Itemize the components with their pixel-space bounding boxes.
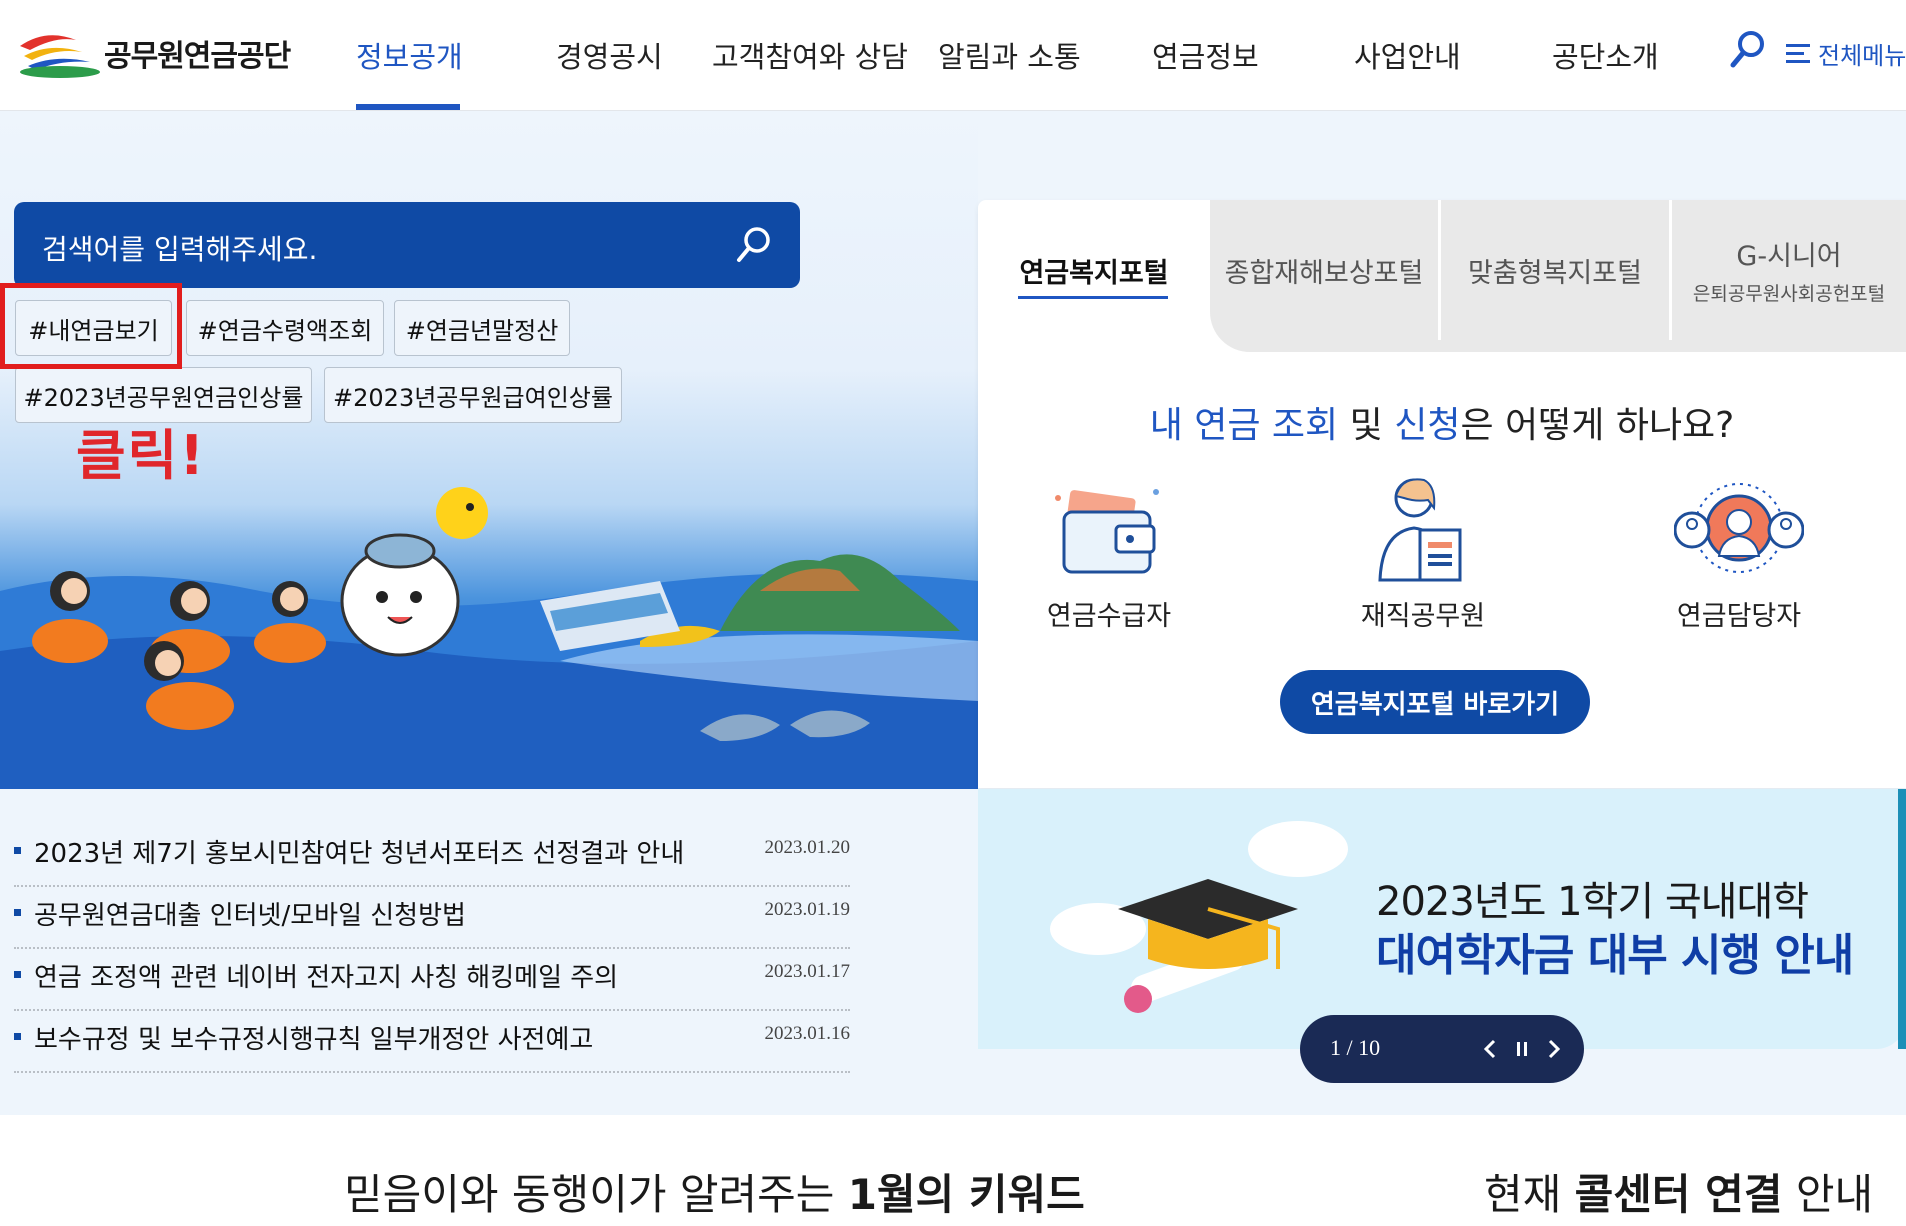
news-title: 2023년 제7기 홍보시민참여단 청년서포터즈 선정결과 안내 — [34, 839, 685, 869]
news-item[interactable]: 보수규정 및 보수규정시행규칙 일부개정안 사전예고 2023.01.16 — [14, 1009, 850, 1073]
keyword-heading-bold: 1월의 키워드 — [847, 1170, 1085, 1219]
prev-arrow-icon[interactable] — [1476, 1033, 1504, 1065]
keyword-heading-pre: 믿음이와 동행이가 알려주는 — [344, 1170, 848, 1219]
tab-label: 맞춤형복지포털 — [1468, 257, 1642, 289]
bullet — [14, 1033, 21, 1040]
hero-illustration — [0, 487, 978, 789]
highlight-box — [0, 283, 182, 369]
search-placeholder: 검색어를 입력해주세요. — [42, 233, 318, 266]
search-input[interactable]: 검색어를 입력해주세요. — [14, 202, 800, 288]
bullet — [14, 909, 21, 916]
portal-question: 내 연금 조회 및 신청은 어떻게 하나요? — [978, 396, 1906, 448]
service-label: 연금담당자 — [1676, 601, 1802, 632]
question-part-lookup: 내 연금 조회 — [1149, 405, 1339, 446]
callcenter-bold: 콜센터 연결 — [1574, 1170, 1783, 1219]
nav-business-guide[interactable]: 사업안내 — [1354, 34, 1461, 76]
callcenter-pre: 현재 — [1484, 1170, 1575, 1219]
search-icon[interactable] — [1728, 28, 1768, 72]
graduation-cap-icon — [1050, 821, 1348, 1013]
news-title: 보수규정 및 보수규정시행규칙 일부개정안 사전예고 — [34, 1025, 594, 1055]
news-list: 2023년 제7기 홍보시민참여단 청년서포터즈 선정결과 안내 2023.01… — [0, 789, 978, 1115]
service-label: 연금수급자 — [1046, 601, 1172, 632]
question-part-and: 및 — [1338, 405, 1395, 446]
tab-label: 연금복지포털 — [1019, 257, 1169, 289]
go-pension-portal-button[interactable]: 연금복지포털 바로가기 — [1280, 670, 1590, 734]
banner-edge — [1898, 789, 1906, 1049]
question-part-how: 은 어떻게 하나요? — [1460, 405, 1735, 446]
service-pension-recipient[interactable]: 연금수급자 — [1024, 468, 1194, 633]
promo-banner[interactable]: 2023년도 1학기 국내대학 대여학자금 대부 시행 안내 — [978, 789, 1906, 1049]
search-submit-icon[interactable] — [734, 224, 774, 264]
callcenter-heading: 현재 콜센터 연결 안내 — [1484, 1161, 1873, 1222]
banner-line2: 대여학자금 대부 시행 안내 — [1376, 930, 1854, 981]
tab-active-indicator — [1018, 296, 1168, 299]
pause-icon[interactable] — [1508, 1033, 1536, 1065]
nav-news-communication[interactable]: 알림과 소통 — [938, 34, 1081, 76]
slide-counter: 1 / 10 — [1330, 1035, 1381, 1060]
nav-info-disclosure[interactable]: 정보공개 — [356, 34, 463, 76]
hero-section: 검색어를 입력해주세요. #내연금보기 #연금수령액조회 #연금년말정산 #20… — [0, 111, 978, 789]
news-date: 2023.01.20 — [764, 837, 851, 858]
official-person-icon — [1378, 478, 1462, 582]
nav-pension-info[interactable]: 연금정보 — [1152, 34, 1259, 76]
bullet — [14, 847, 21, 854]
nav-customer-participation[interactable]: 고객참여와 상담 — [712, 34, 908, 76]
tab-sublabel: 은퇴공무원사회공헌포털 — [1692, 283, 1886, 305]
keyword-heading: 믿음이와 동행이가 알려주는 1월의 키워드 — [344, 1161, 1085, 1222]
logo-text: 공무원연금공단 — [104, 39, 291, 74]
bottom-section: 믿음이와 동행이가 알려주는 1월의 키워드 현재 콜센터 연결 안내 — [0, 1115, 1906, 1226]
tab-label: G-시니어 — [1736, 241, 1842, 272]
tab-pension-welfare-portal[interactable]: 연금복지포털 — [978, 200, 1210, 340]
news-date: 2023.01.17 — [764, 961, 851, 982]
tag-year-end-settlement[interactable]: #연금년말정산 — [394, 300, 570, 356]
tab-disaster-compensation-portal[interactable]: 종합재해보상포털 — [1210, 200, 1438, 340]
news-title: 공무원연금대출 인터넷/모바일 신청방법 — [34, 901, 466, 931]
callcenter-post: 안내 — [1782, 1170, 1874, 1219]
tab-custom-welfare-portal[interactable]: 맞춤형복지포털 — [1441, 200, 1669, 340]
slider-control: 1 / 10 — [1300, 1015, 1584, 1083]
all-menu-button[interactable]: 전체메뉴 — [1786, 36, 1906, 71]
nav-about[interactable]: 공단소개 — [1552, 34, 1659, 76]
manager-group-icon — [1674, 483, 1804, 573]
news-item[interactable]: 공무원연금대출 인터넷/모바일 신청방법 2023.01.19 — [14, 885, 850, 949]
nav-management-disclosure[interactable]: 경영공시 — [556, 34, 663, 76]
tag-pension-amount[interactable]: #연금수령액조회 — [186, 300, 384, 356]
portal-panel: 연금복지포털 종합재해보상포털 맞춤형복지포털 G-시니어 은퇴공무원사회공헌포… — [978, 200, 1906, 788]
news-date: 2023.01.19 — [764, 899, 851, 920]
hamburger-icon — [1786, 43, 1810, 63]
tab-g-senior-portal[interactable]: G-시니어 은퇴공무원사회공헌포털 — [1672, 200, 1906, 340]
tag-salary-increase-rate[interactable]: #2023년공무원급여인상률 — [324, 367, 622, 423]
service-active-official[interactable]: 재직공무원 — [1338, 468, 1508, 633]
service-label: 재직공무원 — [1360, 601, 1486, 632]
site-logo[interactable]: 공무원연금공단 — [16, 26, 291, 80]
news-item[interactable]: 2023년 제7기 홍보시민참여단 청년서포터즈 선정결과 안내 2023.01… — [14, 823, 850, 887]
all-menu-label: 전체메뉴 — [1818, 42, 1906, 70]
news-date: 2023.01.16 — [764, 1023, 851, 1044]
nav-active-indicator — [356, 104, 460, 110]
wallet-icon — [1055, 489, 1159, 574]
news-item[interactable]: 연금 조정액 관련 네이버 전자고지 사칭 해킹메일 주의 2023.01.17 — [14, 947, 850, 1011]
logo-mark-icon — [20, 35, 100, 78]
bullet — [14, 971, 21, 978]
next-arrow-icon[interactable] — [1540, 1033, 1568, 1065]
tab-label: 종합재해보상포털 — [1224, 257, 1424, 289]
news-title: 연금 조정액 관련 네이버 전자고지 사칭 해킹메일 주의 — [34, 963, 619, 993]
site-header: 공무원연금공단 정보공개 경영공시 고객참여와 상담 알림과 소통 연금정보 사… — [0, 0, 1906, 111]
service-pension-manager[interactable]: 연금담당자 — [1654, 468, 1824, 633]
question-part-apply: 신청 — [1394, 405, 1461, 446]
